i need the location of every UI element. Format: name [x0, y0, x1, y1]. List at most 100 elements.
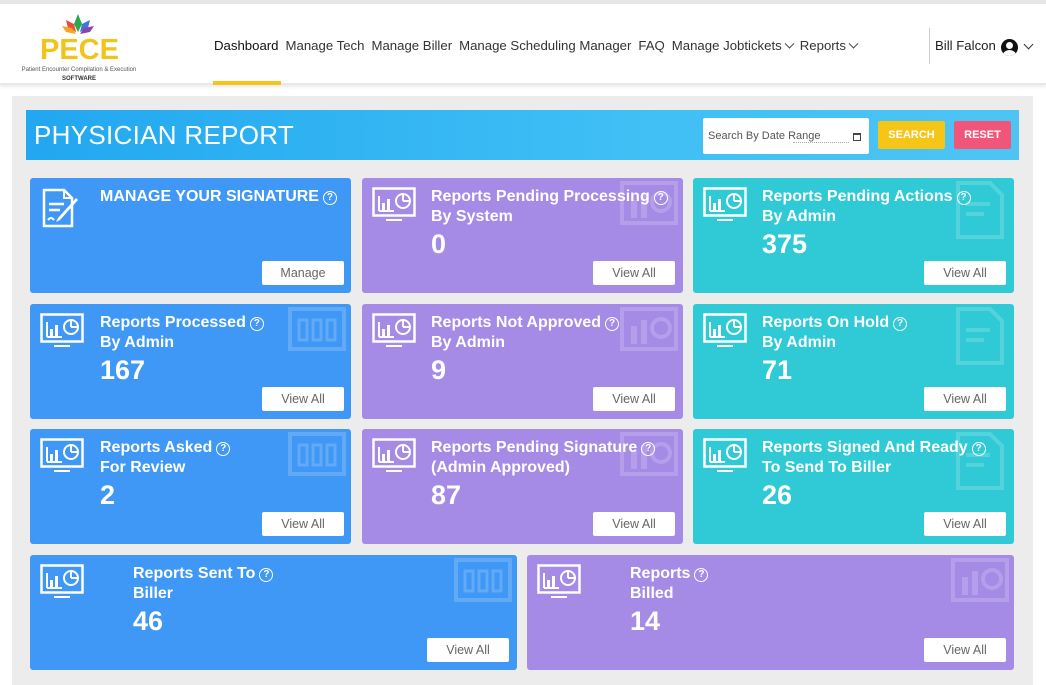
nav-dashboard[interactable]: Dashboard — [213, 38, 281, 85]
lotus-icon — [62, 14, 94, 34]
view-all-button[interactable]: View All — [262, 512, 344, 536]
view-all-button[interactable]: View All — [593, 387, 675, 411]
view-all-button[interactable]: View All — [924, 638, 1006, 662]
card-title: Reports Pending Signature — [431, 439, 638, 456]
help-icon[interactable]: ? — [956, 191, 971, 205]
card-signed-ready: Reports Signed And Ready? To Send To Bil… — [693, 429, 1014, 544]
help-icon[interactable]: ? — [249, 317, 264, 331]
report-watermark-icon — [620, 307, 678, 351]
nav-label: Manage Jobtickets — [671, 38, 782, 53]
card-billed: Reports? Billed 14 View All — [527, 555, 1014, 670]
card-manage-signature: MANAGE YOUR SIGNATURE? Manage — [30, 178, 351, 293]
nav-label: Manage Biller — [371, 38, 453, 53]
chevron-down-icon — [784, 38, 795, 49]
card-title: Reports — [630, 565, 691, 582]
report-chart-icon — [703, 187, 747, 221]
help-icon[interactable]: ? — [259, 568, 274, 582]
card-title: Reports Asked — [100, 439, 213, 456]
nav-manage-jobtickets[interactable]: Manage Jobtickets — [671, 38, 795, 53]
card-count: 46 — [133, 606, 164, 636]
view-all-button[interactable]: View All — [262, 387, 344, 411]
nav-manage-biller[interactable]: Manage Biller — [371, 38, 452, 53]
help-icon[interactable]: ? — [893, 317, 908, 331]
main-nav: Dashboard Manage Tech Manage Biller Mana… — [213, 38, 864, 85]
card-on-hold: Reports On Hold? By Admin 71 View All — [693, 304, 1014, 419]
top-navbar: PECE Patient Encounter Compilation & Exe… — [0, 0, 1046, 85]
view-all-button[interactable]: View All — [593, 512, 675, 536]
nav-label: Manage Tech — [285, 38, 365, 53]
card-subtitle: To Send To Biller — [762, 459, 892, 476]
card-count: 0 — [431, 229, 447, 259]
card-count: 2 — [100, 480, 116, 510]
help-icon[interactable]: ? — [322, 191, 337, 205]
help-icon[interactable]: ? — [641, 442, 656, 456]
card-pending-processing: Reports Pending Processing? By System 0 … — [362, 178, 683, 293]
card-title: MANAGE YOUR SIGNATURE — [100, 188, 319, 205]
view-all-button[interactable]: View All — [924, 261, 1006, 285]
card-subtitle: By Admin — [762, 334, 837, 351]
user-name[interactable]: Bill Falcon — [935, 38, 996, 53]
report-watermark-icon — [454, 558, 512, 602]
report-chart-icon — [372, 438, 416, 472]
card-subtitle: By Admin — [100, 334, 175, 351]
chevron-down-icon — [848, 38, 859, 49]
card-subtitle: (Admin Approved) — [431, 459, 570, 476]
manage-button[interactable]: Manage — [262, 261, 344, 285]
card-subtitle: By Admin — [431, 334, 506, 351]
search-button[interactable]: SEARCH — [878, 121, 945, 149]
nav-manage-scheduling-manager[interactable]: Manage Scheduling Manager — [459, 38, 631, 53]
date-range-input[interactable]: Search By Date Range — [703, 118, 869, 154]
help-icon[interactable]: ? — [653, 191, 668, 205]
nav-reports[interactable]: Reports — [799, 38, 859, 53]
card-count: 26 — [762, 480, 793, 510]
nav-label: FAQ — [638, 38, 665, 53]
card-pending-signature: Reports Pending Signature? (Admin Approv… — [362, 429, 683, 544]
nav-manage-tech[interactable]: Manage Tech — [286, 38, 365, 53]
report-chart-icon — [40, 313, 84, 347]
chevron-down-icon[interactable] — [1023, 39, 1034, 50]
card-not-approved: Reports Not Approved? By Admin 9 View Al… — [362, 304, 683, 419]
card-processed: Reports Processed? By Admin 167 View All — [30, 304, 351, 419]
view-all-button[interactable]: View All — [427, 638, 509, 662]
nav-label: Manage Scheduling Manager — [459, 38, 632, 53]
pece-logo[interactable]: PECE Patient Encounter Compilation & Exe… — [12, 10, 142, 84]
signature-doc-icon — [42, 188, 78, 228]
view-all-button[interactable]: View All — [924, 387, 1006, 411]
date-underline — [793, 142, 849, 143]
card-title: Reports Sent To — [133, 565, 256, 582]
card-subtitle: Billed — [630, 585, 674, 602]
report-watermark-icon — [288, 307, 346, 351]
card-subtitle: For Review — [100, 459, 186, 476]
card-count: 375 — [762, 229, 808, 259]
help-icon[interactable]: ? — [216, 442, 231, 456]
logo-subtitle: Patient Encounter Compilation & Executio… — [21, 67, 137, 73]
nav-faq[interactable]: FAQ — [638, 38, 664, 53]
card-title: Reports Not Approved — [431, 314, 602, 331]
nav-divider — [929, 28, 930, 64]
help-icon[interactable]: ? — [605, 317, 620, 331]
report-chart-icon — [40, 438, 84, 472]
report-watermark-icon — [288, 432, 346, 476]
card-sent-biller: Reports Sent To? Biller 46 View All — [30, 555, 517, 670]
document-watermark-icon — [956, 307, 1004, 365]
report-chart-icon — [703, 438, 747, 472]
help-icon[interactable]: ? — [971, 442, 986, 456]
report-chart-icon — [372, 313, 416, 347]
reset-button[interactable]: RESET — [954, 121, 1011, 149]
view-all-button[interactable]: View All — [924, 512, 1006, 536]
card-count: 14 — [630, 606, 661, 636]
calendar-icon[interactable] — [853, 133, 861, 141]
card-subtitle: By System — [431, 208, 513, 225]
card-asked-review: Reports Asked? For Review 2 View All — [30, 429, 351, 544]
card-title: Reports Pending Actions — [762, 188, 953, 205]
report-chart-icon — [703, 313, 747, 347]
help-icon[interactable]: ? — [694, 568, 709, 582]
logo-tag: SOFTWARE — [62, 76, 96, 82]
card-title: Reports Pending Processing — [431, 188, 650, 205]
report-chart-icon — [40, 564, 84, 598]
page-title: PHYSICIAN REPORT — [34, 120, 295, 150]
card-subtitle: Biller — [133, 585, 174, 602]
view-all-button[interactable]: View All — [593, 261, 675, 285]
user-avatar-icon[interactable] — [1001, 39, 1018, 56]
nav-label: Reports — [799, 38, 846, 53]
